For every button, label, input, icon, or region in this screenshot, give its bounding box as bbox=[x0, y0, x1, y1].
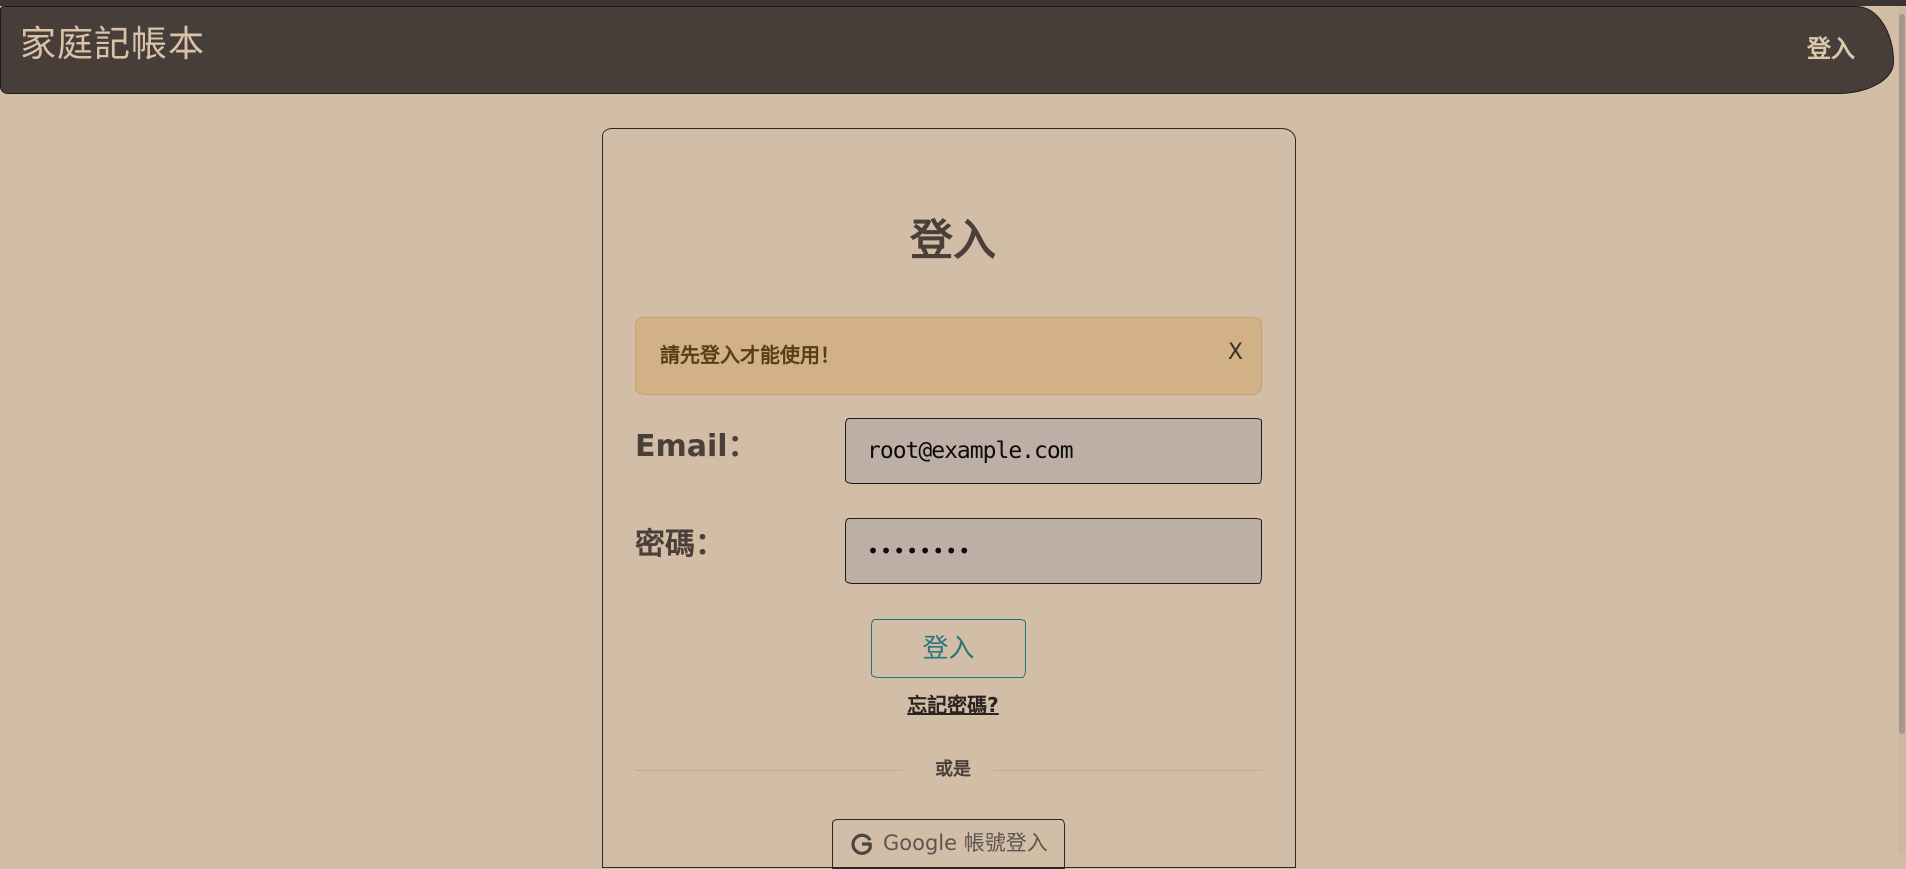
nav-login-link[interactable]: 登入 bbox=[1807, 37, 1855, 61]
google-login-button[interactable]: Google 帳號登入 bbox=[832, 819, 1065, 869]
close-icon[interactable]: X bbox=[1228, 342, 1243, 364]
login-button[interactable]: 登入 bbox=[871, 619, 1026, 678]
divider-right bbox=[993, 770, 1262, 771]
forgot-password-link[interactable]: 忘記密碼? bbox=[907, 693, 999, 717]
brand-title[interactable]: 家庭記帳本 bbox=[20, 27, 205, 63]
email-label: Email： bbox=[635, 429, 758, 464]
scrollbar-track[interactable] bbox=[1898, 6, 1906, 853]
google-icon bbox=[851, 833, 872, 855]
email-field[interactable] bbox=[845, 418, 1262, 484]
divider-text: 或是 bbox=[935, 759, 971, 780]
login-required-alert: 請先登入才能使用！ X bbox=[635, 317, 1262, 395]
page-title: 登入 bbox=[910, 216, 996, 266]
alert-message: 請先登入才能使用！ bbox=[660, 343, 840, 367]
password-label: 密碼： bbox=[635, 527, 725, 562]
scrollbar-thumb[interactable] bbox=[1899, 14, 1905, 734]
forgot-password-row: 忘記密碼? bbox=[0, 695, 1906, 715]
navbar: 家庭記帳本 登入 bbox=[0, 6, 1894, 94]
password-field[interactable] bbox=[845, 518, 1262, 584]
google-login-label: Google 帳號登入 bbox=[883, 831, 1048, 855]
